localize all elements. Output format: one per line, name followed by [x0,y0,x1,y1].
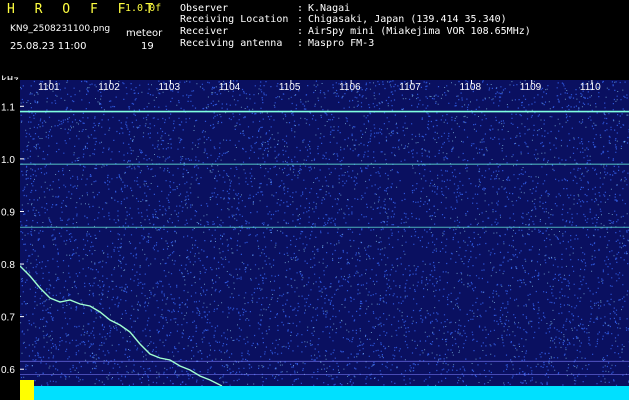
observer-value: K.Nagai [308,3,351,14]
x-tick-label: 1106 [339,82,361,93]
file-name: KN9_2508231100.png [10,24,111,34]
x-tick-label: 1102 [98,82,120,93]
bottom-marker [20,380,34,400]
antenna-value: Maspro FM-3 [308,38,375,49]
spectrogram-plot: 1.1 1.0 0.9 0.8 0.7 0.6 1101 1102 1103 1104 1105 11… [0,80,629,400]
x-tick-label: 1109 [520,82,542,93]
x-tick-label: 1108 [460,82,482,93]
observer-label: Observer [180,3,229,14]
spectrogram-svg: 1.1 1.0 0.9 0.8 0.7 0.6 1101 1102 1103 1104 1105 11… [0,80,629,400]
y-tick-label: 0.8 [1,260,15,271]
receiver-value: AirSpy mini (Miakejima VOR 108.65MHz) [308,26,531,37]
location-sep: : [297,14,304,25]
x-tick-label: 1110 [580,82,601,93]
app-version: 1.0.0f [125,3,162,14]
receiver-label: Receiver [180,26,229,37]
header-panel: H R O F F T 1.0.0f KN9_2508231100.png me… [0,0,629,80]
detection-count: 19 [141,41,154,52]
y-tick-label: 0.9 [1,207,15,218]
location-label: Receiving Location [180,14,289,25]
datetime: 25.08.23 11:00 [10,41,87,52]
observer-sep: : [297,3,304,14]
antenna-sep: : [297,38,304,49]
y-tick-label: 1.1 [1,102,15,113]
y-tick-label: 0.6 [1,365,15,376]
x-tick-label: 1105 [279,82,301,93]
mode-label: meteor [126,28,163,39]
y-tick-label: 0.7 [1,313,15,324]
antenna-label: Receiving antenna [180,38,283,49]
y-axis-strip [0,80,20,400]
x-tick-label: 1103 [159,82,181,93]
x-tick-label: 1104 [219,82,241,93]
x-tick-label: 1107 [399,82,421,93]
y-tick-label: 1.0 [1,155,15,166]
location-value: Chigasaki, Japan (139.414 35.340) [308,14,507,25]
plot-background [0,80,629,400]
receiver-sep: : [297,26,304,37]
bottom-bar [20,386,629,400]
x-tick-label: 1101 [38,82,60,93]
